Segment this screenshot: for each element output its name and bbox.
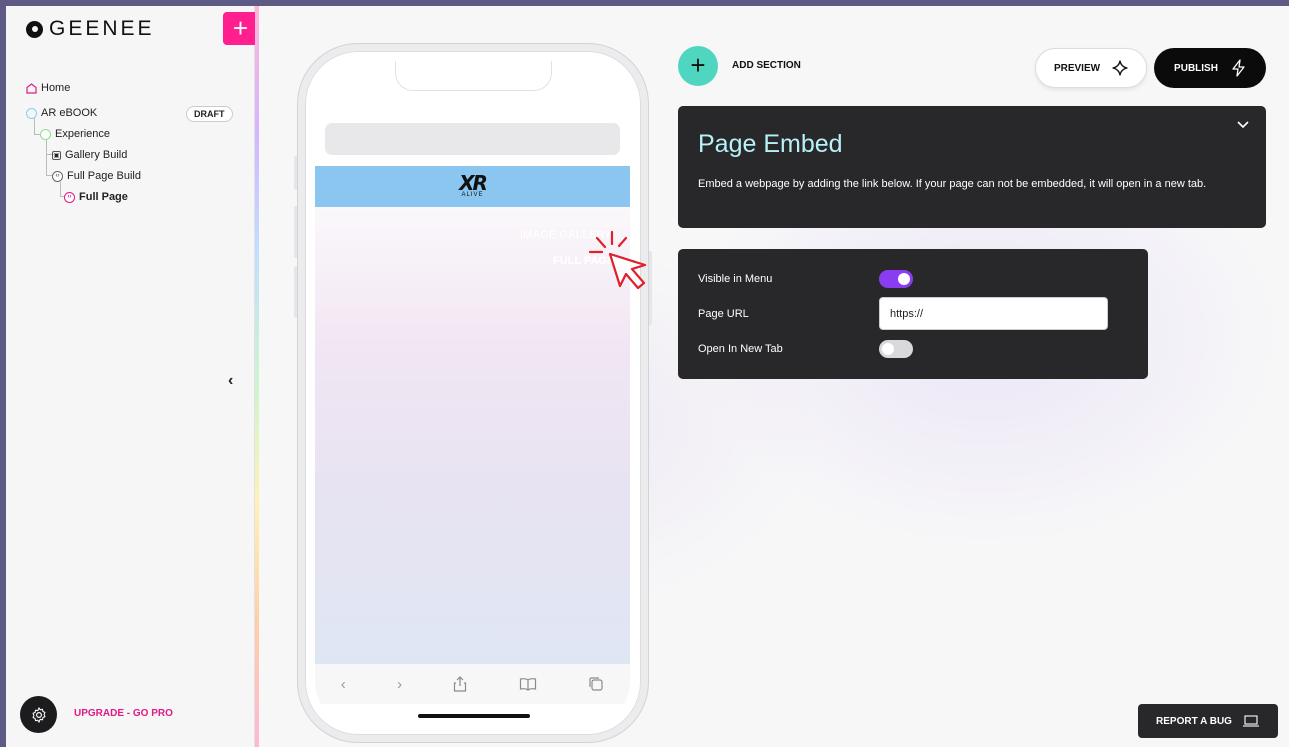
report-bug-button[interactable]: REPORT A BUG [1138, 704, 1278, 738]
sidebar-item-label: Full Page [79, 191, 128, 203]
settings-button[interactable] [20, 696, 57, 733]
report-bug-label: REPORT A BUG [1156, 715, 1232, 727]
page-embed-card: Page Embed Embed a webpage by adding the… [678, 106, 1266, 228]
code-icon: ‹› [64, 191, 75, 203]
forward-icon: › [397, 675, 403, 693]
page-embed-title: Page Embed [698, 130, 843, 158]
visible-in-menu-toggle[interactable] [879, 270, 913, 288]
toggle-knob [882, 343, 894, 355]
logo-mark-icon [26, 20, 43, 38]
open-in-new-tab-toggle[interactable] [879, 340, 913, 358]
chevron-down-icon[interactable] [1236, 120, 1250, 130]
app-canvas: GEENEE + Home AR eBOOK DRAFT Experience … [6, 6, 1289, 747]
open-in-new-tab-label: Open In New Tab [698, 343, 783, 355]
sidebar-item-home[interactable]: Home [26, 82, 70, 94]
phone-home-indicator [418, 714, 530, 718]
sidebar-item-experience[interactable]: Experience [40, 128, 110, 140]
bookmarks-icon [519, 678, 536, 691]
phone-content [315, 207, 630, 664]
preview-label: PREVIEW [1053, 62, 1101, 74]
phone-address-bar [325, 123, 620, 155]
lightning-icon [1232, 59, 1245, 77]
cursor-click-icon [588, 230, 647, 290]
xr-alive-banner: XR ALIVE [315, 166, 630, 207]
logo-text: GEENEE [49, 17, 155, 40]
xr-logo: XR [459, 171, 488, 195]
sidebar-item-label: Full Page Build [67, 170, 141, 182]
xr-logo-subtitle: ALIVE [461, 192, 484, 198]
preview-button[interactable]: PREVIEW [1035, 48, 1147, 88]
visible-in-menu-label: Visible in Menu [698, 273, 773, 285]
circle-icon [40, 128, 51, 140]
phone-screen: XR ALIVE IMAGE GALLERY FULL PAGE ‹ › [315, 61, 630, 724]
sidebar: GEENEE + Home AR eBOOK DRAFT Experience … [6, 6, 258, 747]
add-button[interactable]: + [223, 12, 258, 45]
collapse-sidebar-button[interactable]: ‹ [228, 372, 233, 390]
page-url-input[interactable] [879, 297, 1108, 330]
sidebar-item-full-page[interactable]: ‹› Full Page [64, 191, 128, 203]
phone-browser-toolbar: ‹ › [315, 664, 630, 704]
page-url-label: Page URL [698, 308, 749, 320]
page-embed-description: Embed a webpage by adding the link below… [698, 178, 1207, 190]
sidebar-item-label: AR eBOOK [41, 107, 98, 119]
draft-badge: DRAFT [186, 106, 233, 122]
circle-icon [26, 107, 37, 119]
sidebar-item-ar-ebook[interactable]: AR eBOOK [26, 107, 97, 119]
sidebar-item-label: Home [41, 82, 71, 94]
sparkle-icon [1112, 60, 1128, 76]
publish-button[interactable]: PUBLISH [1154, 48, 1266, 88]
phone-notch [395, 61, 552, 91]
toggle-knob [898, 273, 910, 285]
embed-settings-card: Visible in Menu Page URL Open In New Tab [678, 249, 1148, 379]
home-icon [26, 82, 37, 94]
sidebar-divider [255, 6, 259, 747]
back-icon: ‹ [340, 675, 346, 693]
add-section-label[interactable]: ADD SECTION [732, 60, 801, 71]
publish-label: PUBLISH [1174, 62, 1218, 74]
sidebar-item-full-page-build[interactable]: ‹› Full Page Build [52, 170, 141, 182]
geenee-logo: GEENEE [26, 17, 155, 40]
sidebar-item-gallery-build[interactable]: ▣ Gallery Build [52, 149, 127, 161]
gallery-icon: ▣ [52, 150, 61, 160]
add-section-button[interactable]: + [678, 46, 718, 86]
tabs-icon [589, 677, 603, 691]
share-icon [454, 676, 467, 692]
laptop-icon [1242, 715, 1259, 727]
sidebar-item-label: Gallery Build [65, 149, 128, 161]
code-icon: ‹› [52, 170, 63, 182]
upgrade-link[interactable]: UPGRADE - GO PRO [74, 708, 173, 719]
gear-icon [31, 706, 46, 723]
sidebar-item-label: Experience [55, 128, 111, 140]
